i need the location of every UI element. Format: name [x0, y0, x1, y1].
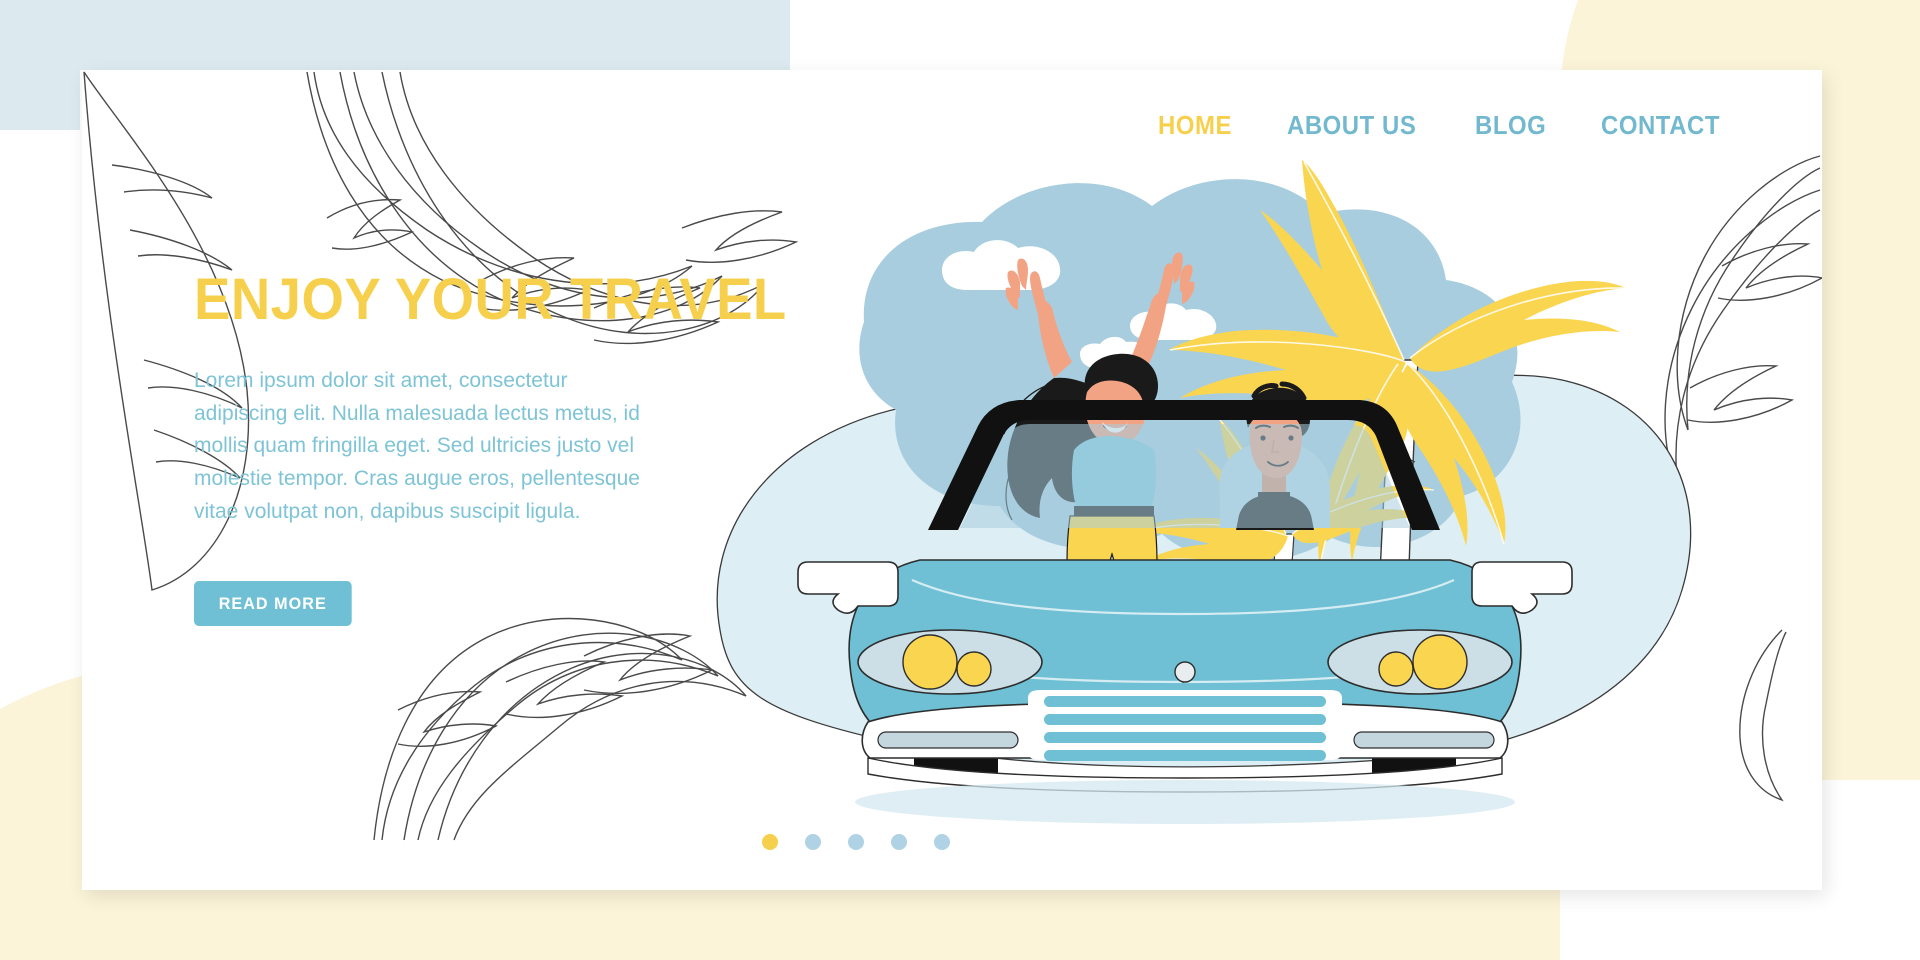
- page-title: ENJOY YOUR TRAVEL: [194, 267, 787, 332]
- decor-blue-block-top: [0, 0, 790, 70]
- decor-blue-block-left: [0, 0, 80, 130]
- read-more-button[interactable]: READ MORE: [194, 580, 352, 626]
- hero-text-column: ENJOY YOUR TRAVEL Lorem ipsum dolor sit …: [194, 267, 787, 626]
- nav-item-blog[interactable]: BLOG: [1475, 110, 1546, 141]
- landing-page-stage: HOME ABOUT US BLOG CONTACT ENJOY YOUR TR…: [0, 0, 1920, 960]
- car-emblem: [1174, 661, 1196, 683]
- nav-item-about-us[interactable]: ABOUT US: [1287, 110, 1416, 141]
- carousel-dot-4[interactable]: [891, 834, 907, 850]
- car-headlight-right: [1327, 629, 1513, 695]
- travel-scene-illustration: [716, 160, 1692, 824]
- carousel-dots[interactable]: [762, 834, 950, 850]
- car-shadow: [855, 780, 1515, 824]
- nav-item-home[interactable]: HOME: [1158, 110, 1232, 141]
- hero-illustration: [682, 110, 1802, 840]
- carousel-dot-5[interactable]: [934, 834, 950, 850]
- hero-card: HOME ABOUT US BLOG CONTACT ENJOY YOUR TR…: [82, 70, 1822, 890]
- hero-description: Lorem ipsum dolor sit amet, consectetur …: [194, 368, 640, 523]
- main-navigation[interactable]: HOME ABOUT US BLOG CONTACT: [1158, 110, 1730, 141]
- carousel-dot-2[interactable]: [805, 834, 821, 850]
- carousel-dot-3[interactable]: [848, 834, 864, 850]
- nav-item-contact[interactable]: CONTACT: [1601, 110, 1720, 141]
- carousel-dot-1[interactable]: [762, 834, 778, 850]
- car-headlight-left: [857, 629, 1043, 695]
